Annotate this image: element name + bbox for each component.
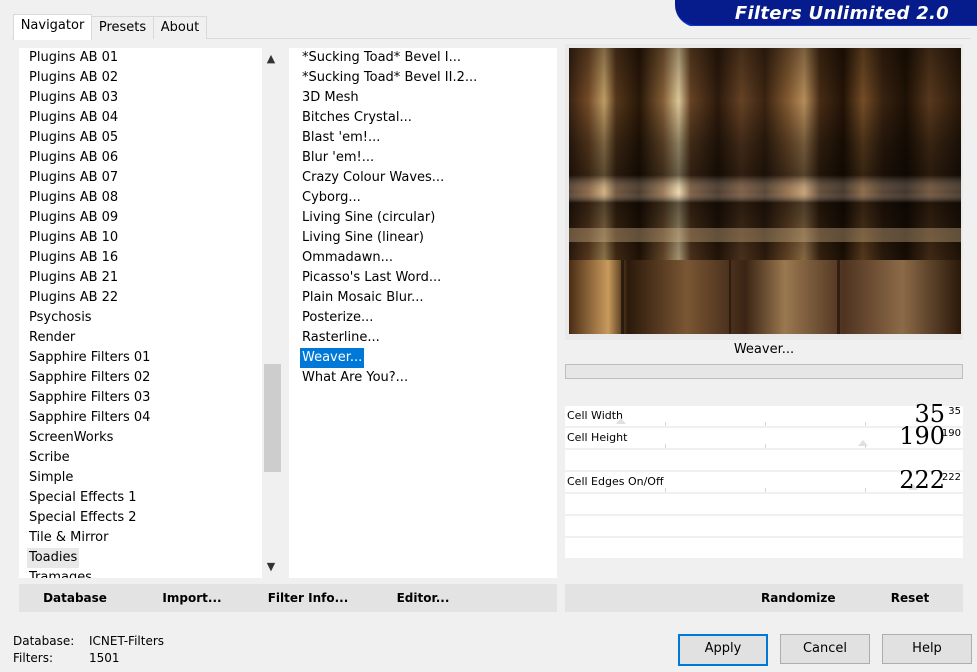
slider-thumb[interactable] (858, 440, 868, 446)
database-button[interactable]: Database (37, 588, 113, 608)
filter-item[interactable]: Living Sine (linear) (300, 228, 426, 248)
category-item[interactable]: Special Effects 1 (27, 488, 139, 508)
preview-filter-name: Weaver... (733, 342, 795, 357)
category-item[interactable]: Plugins AB 07 (27, 168, 120, 188)
parameter-value: 190 (899, 422, 945, 450)
filter-item[interactable]: *Sucking Toad* Bevel II.2... (300, 68, 479, 88)
parameter-value-small: 222 (941, 472, 961, 483)
import-button[interactable]: Import... (159, 588, 225, 608)
category-item[interactable]: Tile & Mirror (27, 528, 110, 548)
left-toolbar: Database Import... Filter Info... Editor… (19, 584, 557, 612)
category-item[interactable]: Tramages (27, 568, 94, 578)
slider-thumb[interactable] (616, 418, 626, 424)
category-list[interactable]: Plugins AB 01 Plugins AB 02 Plugins AB 03 P… (19, 48, 281, 578)
filter-item[interactable]: Ommadawn... (300, 248, 395, 268)
category-item[interactable]: Sapphire Filters 03 (27, 388, 152, 408)
parameter-slot (565, 494, 963, 514)
category-item[interactable]: Sapphire Filters 01 (27, 348, 152, 368)
category-item[interactable]: Plugins AB 08 (27, 188, 120, 208)
category-item[interactable]: Render (27, 328, 77, 348)
parameter-slider[interactable]: Cell Height 190 190 (565, 424, 963, 448)
category-item[interactable]: Plugins AB 04 (27, 108, 120, 128)
parameter-value-small: 35 (948, 406, 961, 417)
editor-button[interactable]: Editor... (395, 588, 451, 608)
slider-tick (865, 488, 866, 492)
filter-item[interactable]: Cyborg... (300, 188, 363, 208)
filter-item[interactable]: Living Sine (circular) (300, 208, 437, 228)
chevron-up-icon[interactable]: ▲ (262, 50, 280, 68)
category-item[interactable]: Plugins AB 22 (27, 288, 120, 308)
parameter-slot (565, 516, 963, 536)
filter-item[interactable]: Plain Mosaic Blur... (300, 288, 426, 308)
database-status-label: Database: (13, 634, 75, 648)
right-toolbar: Randomize Reset (565, 584, 963, 612)
tab-navigator[interactable]: Navigator (13, 14, 92, 40)
database-status-value: ICNET-Filters (89, 634, 165, 648)
progress-bar (565, 364, 963, 379)
app-title: Filters Unlimited 2.0 (734, 3, 949, 24)
apply-button[interactable]: Apply (678, 634, 768, 666)
category-item[interactable]: Plugins AB 09 (27, 208, 120, 228)
category-item[interactable]: Plugins AB 05 (27, 128, 120, 148)
slider-tick (665, 488, 666, 492)
category-item[interactable]: Simple (27, 468, 75, 488)
category-item[interactable]: Psychosis (27, 308, 94, 328)
preview-image[interactable] (569, 48, 961, 334)
filter-item[interactable]: 3D Mesh (300, 88, 361, 108)
category-item[interactable]: Plugins AB 10 (27, 228, 120, 248)
category-item[interactable]: Sapphire Filters 04 (27, 408, 152, 428)
filter-item[interactable]: Bitches Crystal... (300, 108, 414, 128)
parameter-value-small: 190 (941, 428, 961, 439)
slider-tick (765, 422, 766, 426)
category-item[interactable]: Plugins AB 01 (27, 48, 120, 68)
parameter-value: 222 (899, 466, 945, 494)
slider-tick (865, 422, 866, 426)
category-item[interactable]: Plugins AB 06 (27, 148, 120, 168)
parameter-label: Cell Height (567, 431, 628, 444)
chevron-down-icon[interactable]: ▼ (262, 558, 280, 576)
filter-item[interactable]: What Are You?... (300, 368, 410, 388)
scrollbar-thumb[interactable] (264, 364, 281, 472)
filters-count-value: 1501 (89, 651, 120, 665)
filter-item[interactable]: Blast 'em!... (300, 128, 382, 148)
category-item[interactable]: Plugins AB 16 (27, 248, 120, 268)
category-item[interactable]: Scribe (27, 448, 72, 468)
slider-tick (765, 488, 766, 492)
title-banner: Filters Unlimited 2.0 (675, 0, 977, 26)
parameter-slot (565, 450, 963, 470)
filter-list[interactable]: *Sucking Toad* Bevel I... *Sucking Toad* … (289, 48, 557, 578)
filter-item[interactable]: Weaver... (300, 348, 365, 368)
parameter-label: Cell Width (567, 409, 624, 422)
slider-tick (665, 422, 666, 426)
category-item[interactable]: Sapphire Filters 02 (27, 368, 152, 388)
filter-item[interactable]: Rasterline... (300, 328, 382, 348)
cancel-button[interactable]: Cancel (780, 634, 870, 664)
category-item[interactable]: Plugins AB 03 (27, 88, 120, 108)
category-item[interactable]: Plugins AB 21 (27, 268, 120, 288)
help-button[interactable]: Help (882, 634, 972, 664)
reset-button[interactable]: Reset (885, 588, 935, 608)
slider-tick (765, 444, 766, 448)
category-item[interactable]: Special Effects 2 (27, 508, 139, 528)
slider-tick (665, 444, 666, 448)
category-item[interactable]: Plugins AB 02 (27, 68, 120, 88)
filters-count-label: Filters: (13, 651, 54, 665)
filter-item[interactable]: *Sucking Toad* Bevel I... (300, 48, 463, 68)
filter-item[interactable]: Crazy Colour Waves... (300, 168, 446, 188)
category-scrollbar[interactable]: ▲ ▼ (262, 48, 281, 578)
parameter-slot (565, 538, 963, 558)
category-item[interactable]: ScreenWorks (27, 428, 115, 448)
tab-presets[interactable]: Presets (90, 16, 155, 39)
randomize-button[interactable]: Randomize (761, 588, 835, 608)
filter-item[interactable]: Blur 'em!... (300, 148, 376, 168)
filter-item[interactable]: Posterize... (300, 308, 375, 328)
category-item[interactable]: Toadies (27, 548, 80, 568)
tab-about[interactable]: About (153, 16, 207, 39)
filter-info-button[interactable]: Filter Info... (267, 588, 349, 608)
filter-item[interactable]: Picasso's Last Word... (300, 268, 443, 288)
parameter-slider[interactable]: Cell Edges On/Off 222 222 (565, 468, 963, 492)
parameter-label: Cell Edges On/Off (567, 475, 664, 488)
